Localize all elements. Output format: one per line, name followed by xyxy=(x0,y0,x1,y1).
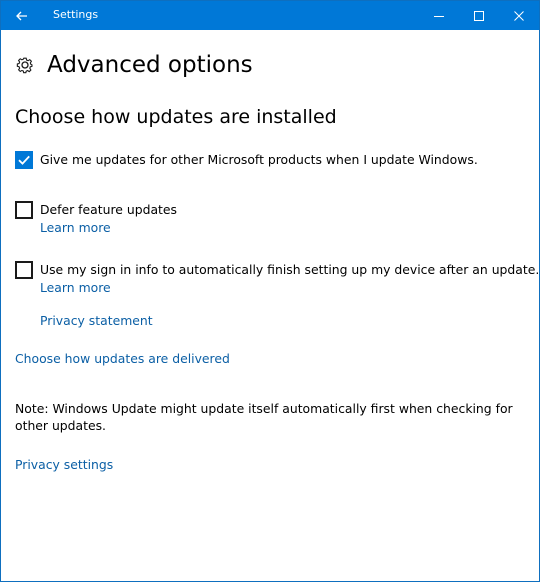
sign-in-info-label: Use my sign in info to automatically fin… xyxy=(40,262,540,277)
back-button[interactable] xyxy=(1,1,43,30)
privacy-settings-link[interactable]: Privacy settings xyxy=(15,456,113,474)
maximize-button[interactable] xyxy=(459,1,499,30)
choose-delivery-link[interactable]: Choose how updates are delivered xyxy=(15,350,230,368)
update-note: Note: Windows Update might update itself… xyxy=(15,401,513,433)
window-title: Settings xyxy=(53,8,99,21)
privacy-statement-link[interactable]: Privacy statement xyxy=(40,312,153,330)
page-title: Advanced options xyxy=(47,52,253,78)
option-microsoft-products[interactable]: Give me updates for other Microsoft prod… xyxy=(15,151,478,169)
maximize-icon xyxy=(474,10,484,21)
minimize-icon xyxy=(434,15,444,17)
sign-in-info-checkbox[interactable] xyxy=(15,261,33,279)
close-icon xyxy=(514,10,524,21)
settings-window: Settings Advanced options Choose how upd… xyxy=(0,0,540,582)
close-button[interactable] xyxy=(499,1,539,30)
minimize-button[interactable] xyxy=(419,1,459,30)
microsoft-products-checkbox[interactable] xyxy=(15,151,33,169)
title-bar: Settings xyxy=(1,1,539,30)
defer-feature-updates-label: Defer feature updates xyxy=(40,202,177,217)
page-header: Advanced options xyxy=(15,50,253,80)
learn-more-defer-link[interactable]: Learn more xyxy=(40,219,111,237)
option-sign-in-info[interactable]: Use my sign in info to automatically fin… xyxy=(15,261,539,279)
back-arrow-icon xyxy=(16,11,27,20)
defer-feature-updates-checkbox[interactable] xyxy=(15,201,33,219)
checkmark-icon xyxy=(18,155,30,165)
learn-more-sign-in-link[interactable]: Learn more xyxy=(40,279,111,297)
section-title-install: Choose how updates are installed xyxy=(15,106,337,128)
gear-icon xyxy=(15,55,35,75)
microsoft-products-label: Give me updates for other Microsoft prod… xyxy=(40,152,478,167)
option-defer-feature-updates[interactable]: Defer feature updates xyxy=(15,201,177,219)
